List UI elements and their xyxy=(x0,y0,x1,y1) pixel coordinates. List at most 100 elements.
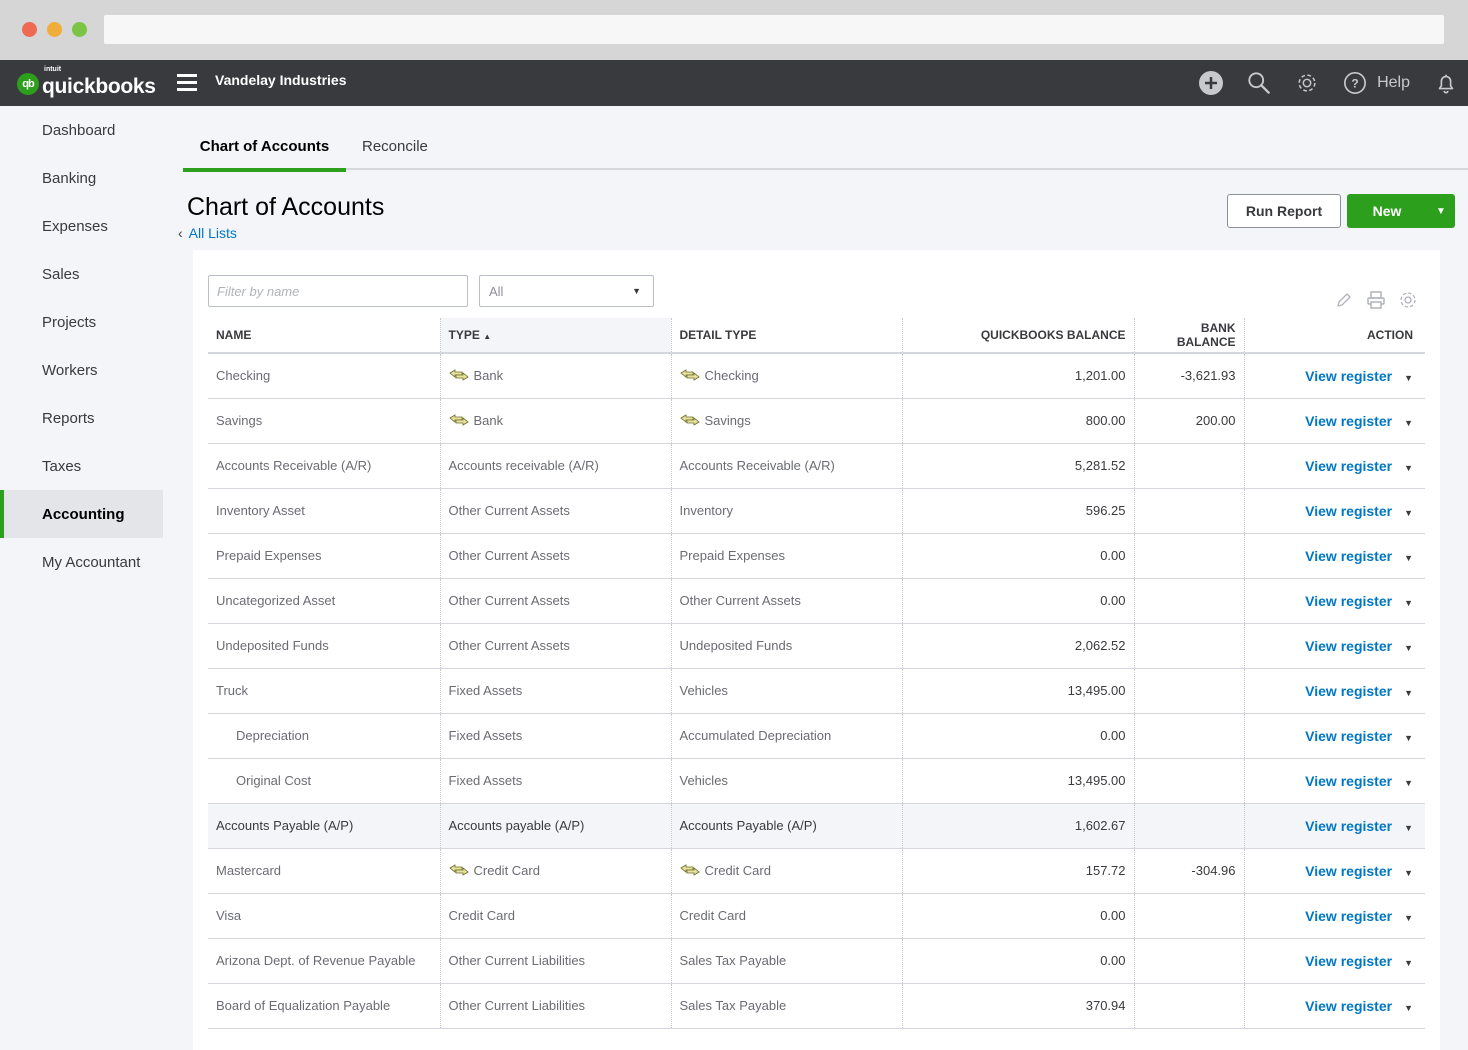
gear-icon[interactable] xyxy=(1398,290,1418,310)
view-register-link[interactable]: View register xyxy=(1305,998,1392,1014)
account-type-select[interactable]: All ▼ xyxy=(479,275,654,307)
table-row[interactable]: Depreciation Fixed Assets Accumulated De… xyxy=(208,713,1425,759)
action-cell: View register ▼ xyxy=(1244,893,1425,939)
address-bar[interactable] xyxy=(104,15,1444,44)
view-register-link[interactable]: View register xyxy=(1305,413,1392,429)
bell-icon[interactable] xyxy=(1434,71,1458,95)
table-row[interactable]: Savings Bank Savings 800.00 200.00 View … xyxy=(208,398,1425,444)
action-dropdown-caret-icon[interactable]: ▼ xyxy=(1404,553,1413,563)
action-cell: View register ▼ xyxy=(1244,353,1425,399)
maximize-window-button[interactable] xyxy=(72,22,87,37)
account-name-text: Undeposited Funds xyxy=(216,638,329,653)
table-row[interactable]: Visa Credit Card Credit Card 0.00 View r… xyxy=(208,893,1425,939)
sidebar-item-my-accountant[interactable]: My Accountant xyxy=(0,538,163,586)
view-register-link[interactable]: View register xyxy=(1305,863,1392,879)
table-row[interactable]: Mastercard Credit Card Credit Card 157.7… xyxy=(208,848,1425,894)
help-label[interactable]: Help xyxy=(1377,74,1410,92)
view-register-link[interactable]: View register xyxy=(1305,458,1392,474)
quickbooks-balance: 370.94 xyxy=(902,983,1135,1029)
quickbooks-balance: 5,281.52 xyxy=(902,443,1135,489)
filter-by-name-input[interactable] xyxy=(208,275,468,307)
action-dropdown-caret-icon[interactable]: ▼ xyxy=(1404,643,1413,653)
table-row[interactable]: Accounts Payable (A/P) Accounts payable … xyxy=(208,803,1425,849)
sidebar-item-accounting[interactable]: Accounting xyxy=(0,490,163,538)
action-dropdown-caret-icon[interactable]: ▼ xyxy=(1404,913,1413,923)
table-row[interactable]: Uncategorized Asset Other Current Assets… xyxy=(208,578,1425,624)
sidebar-item-sales[interactable]: Sales xyxy=(0,250,163,298)
quickbooks-balance: 800.00 xyxy=(902,398,1135,444)
table-row[interactable]: Prepaid Expenses Other Current Assets Pr… xyxy=(208,533,1425,579)
sidebar-item-projects[interactable]: Projects xyxy=(0,298,163,346)
table-row[interactable]: Inventory Asset Other Current Assets Inv… xyxy=(208,488,1425,534)
help-icon[interactable]: ? xyxy=(1343,71,1367,95)
column-header-quickbooks-balance[interactable]: QUICKBOOKS BALANCE xyxy=(902,318,1135,354)
view-register-link[interactable]: View register xyxy=(1305,548,1392,564)
table-row[interactable]: Truck Fixed Assets Vehicles 13,495.00 Vi… xyxy=(208,668,1425,714)
action-dropdown-caret-icon[interactable]: ▼ xyxy=(1404,508,1413,518)
action-dropdown-caret-icon[interactable]: ▼ xyxy=(1404,598,1413,608)
view-register-link[interactable]: View register xyxy=(1305,908,1392,924)
company-name: Vandelay Industries xyxy=(215,72,347,88)
hamburger-menu-icon[interactable] xyxy=(177,74,197,91)
view-register-link[interactable]: View register xyxy=(1305,953,1392,969)
minimize-window-button[interactable] xyxy=(47,22,62,37)
gear-icon[interactable] xyxy=(1295,71,1319,95)
view-register-link[interactable]: View register xyxy=(1305,638,1392,654)
quickbooks-balance-text: 0.00 xyxy=(1100,548,1126,563)
bank-balance xyxy=(1134,623,1245,669)
view-register-link[interactable]: View register xyxy=(1305,683,1392,699)
run-report-button[interactable]: Run Report xyxy=(1227,194,1341,228)
bank-feed-arrows-icon xyxy=(679,864,700,876)
table-row[interactable]: Undeposited Funds Other Current Assets U… xyxy=(208,623,1425,669)
view-register-link[interactable]: View register xyxy=(1305,773,1392,789)
table-row[interactable]: Original Cost Fixed Assets Vehicles 13,4… xyxy=(208,758,1425,804)
table-row[interactable]: Arizona Dept. of Revenue Payable Other C… xyxy=(208,938,1425,984)
tab-chart-of-accounts[interactable]: Chart of Accounts xyxy=(183,138,346,172)
account-name: Mastercard xyxy=(208,848,441,894)
bank-balance-text: -3,621.93 xyxy=(1180,368,1236,384)
table-row[interactable]: Accounts Receivable (A/R) Accounts recei… xyxy=(208,443,1425,489)
new-dropdown-caret-icon[interactable]: ▼ xyxy=(1427,206,1455,217)
action-dropdown-caret-icon[interactable]: ▼ xyxy=(1404,373,1413,383)
view-register-link[interactable]: View register xyxy=(1305,818,1392,834)
sidebar-item-dashboard[interactable]: Dashboard xyxy=(0,106,163,154)
pencil-icon[interactable] xyxy=(1334,290,1354,310)
search-icon[interactable] xyxy=(1247,71,1271,95)
quickbooks-balance: 157.72 xyxy=(902,848,1135,894)
quickbooks-logo[interactable]: qb intuit quickbooks xyxy=(17,66,156,99)
view-register-link[interactable]: View register xyxy=(1305,503,1392,519)
account-name: Savings xyxy=(208,398,441,444)
action-dropdown-caret-icon[interactable]: ▼ xyxy=(1404,958,1413,968)
view-register-link[interactable]: View register xyxy=(1305,368,1392,384)
column-header-detail-type[interactable]: DETAIL TYPE xyxy=(671,318,903,354)
table-row[interactable]: Board of Equalization Payable Other Curr… xyxy=(208,983,1425,1029)
sidebar-item-workers[interactable]: Workers xyxy=(0,346,163,394)
tab-reconcile[interactable]: Reconcile xyxy=(362,138,428,168)
sidebar-item-expenses[interactable]: Expenses xyxy=(0,202,163,250)
close-window-button[interactable] xyxy=(22,22,37,37)
action-dropdown-caret-icon[interactable]: ▼ xyxy=(1404,733,1413,743)
action-dropdown-caret-icon[interactable]: ▼ xyxy=(1404,1003,1413,1013)
all-lists-link[interactable]: ‹ All Lists xyxy=(178,225,237,241)
column-header-action: ACTION xyxy=(1244,318,1425,354)
view-register-link[interactable]: View register xyxy=(1305,728,1392,744)
sidebar-item-reports[interactable]: Reports xyxy=(0,394,163,442)
column-header-bank-balance[interactable]: BANK BALANCE xyxy=(1134,318,1245,354)
table-row[interactable]: Checking Bank Checking 1,201.00 -3,621.9… xyxy=(208,353,1425,399)
action-dropdown-caret-icon[interactable]: ▼ xyxy=(1404,688,1413,698)
bank-balance xyxy=(1134,713,1245,759)
printer-icon[interactable] xyxy=(1366,290,1386,310)
new-button[interactable]: New ▼ xyxy=(1347,194,1455,228)
plus-circle-icon[interactable] xyxy=(1199,71,1224,95)
action-dropdown-caret-icon[interactable]: ▼ xyxy=(1404,823,1413,833)
action-dropdown-caret-icon[interactable]: ▼ xyxy=(1404,418,1413,428)
action-dropdown-caret-icon[interactable]: ▼ xyxy=(1404,463,1413,473)
view-register-link[interactable]: View register xyxy=(1305,593,1392,609)
action-dropdown-caret-icon[interactable]: ▼ xyxy=(1404,868,1413,878)
sidebar-item-taxes[interactable]: Taxes xyxy=(0,442,163,490)
bank-balance xyxy=(1134,983,1245,1029)
action-dropdown-caret-icon[interactable]: ▼ xyxy=(1404,778,1413,788)
sidebar-item-banking[interactable]: Banking xyxy=(0,154,163,202)
column-header-type[interactable]: TYPE ▲ xyxy=(440,318,672,354)
column-header-name[interactable]: NAME xyxy=(208,318,441,354)
